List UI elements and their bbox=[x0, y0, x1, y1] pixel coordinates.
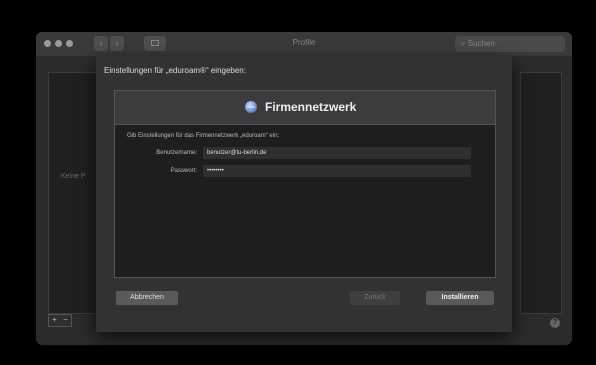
profile-detail-pane bbox=[520, 72, 562, 314]
preferences-window: ‹ › Profile ⌕ Suchen Keine P + − ? Einste… bbox=[36, 32, 572, 345]
window-title: Profile bbox=[292, 38, 316, 47]
payload-header: Firmennetzwerk bbox=[115, 91, 495, 125]
search-icon: ⌕ bbox=[461, 39, 468, 48]
forward-arrow-icon[interactable]: › bbox=[110, 36, 124, 51]
username-field[interactable]: benutzer@tu-berlin.de bbox=[203, 147, 471, 159]
remove-profile-button[interactable]: − bbox=[60, 315, 71, 325]
password-label: Passwort: bbox=[170, 168, 197, 174]
cancel-button[interactable]: Abbrechen bbox=[116, 291, 178, 305]
title-bar: ‹ › Profile ⌕ Suchen bbox=[36, 32, 572, 56]
show-all-grid-icon[interactable] bbox=[144, 36, 166, 51]
minimize-window-button[interactable] bbox=[55, 40, 62, 47]
close-window-button[interactable] bbox=[44, 40, 51, 47]
empty-profiles-label: Keine P bbox=[61, 173, 86, 180]
network-globe-icon bbox=[245, 101, 257, 113]
add-profile-button[interactable]: + bbox=[49, 315, 60, 325]
help-button[interactable]: ? bbox=[550, 318, 560, 328]
zoom-window-button[interactable] bbox=[66, 40, 73, 47]
back-button[interactable]: Zurück bbox=[350, 291, 400, 305]
payload-hint: Gib Einstellungen für das Firmennetzwerk… bbox=[127, 133, 280, 139]
sheet-prompt: Einstellungen für „eduroam®“ eingeben: bbox=[104, 66, 246, 75]
back-arrow-icon[interactable]: ‹ bbox=[94, 36, 108, 51]
settings-sheet: Einstellungen für „eduroam®“ eingeben: F… bbox=[96, 56, 512, 332]
search-field[interactable]: ⌕ Suchen bbox=[455, 36, 565, 52]
search-placeholder: Suchen bbox=[467, 39, 495, 48]
add-remove-control: + − bbox=[48, 314, 72, 327]
payload-title: Firmennetzwerk bbox=[265, 100, 357, 114]
payload-box: Firmennetzwerk Gib Einstellungen für das… bbox=[114, 90, 496, 278]
password-field[interactable]: •••••••• bbox=[203, 165, 471, 177]
username-label: Benutzername: bbox=[156, 150, 197, 156]
install-button[interactable]: Installieren bbox=[426, 291, 494, 305]
